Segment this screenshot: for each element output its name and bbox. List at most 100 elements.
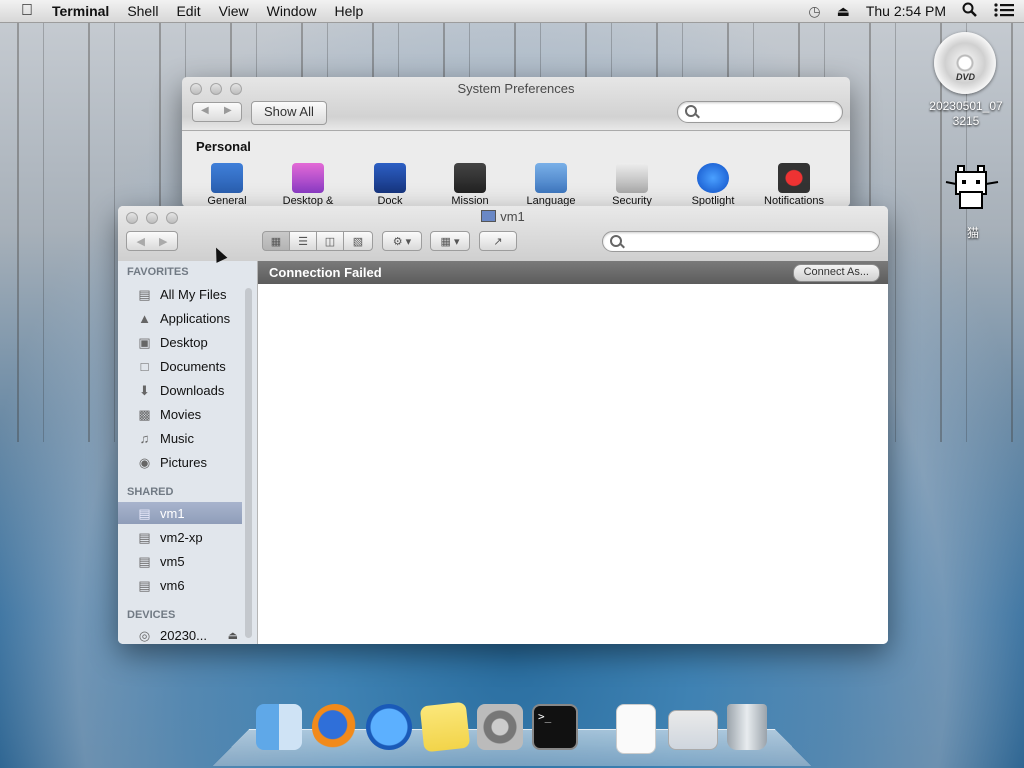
sidebar-item-pictures[interactable]: ◉ Pictures — [118, 451, 242, 473]
computer-icon: ▤ — [136, 506, 153, 521]
sidebar-item-label: Desktop — [160, 335, 208, 350]
window-title-group: vm1 — [118, 209, 888, 224]
terminal-prompt-icon: >_ — [538, 710, 551, 723]
eject-icon[interactable]: ⏏ — [837, 3, 850, 20]
sidebar-item-label: vm1 — [160, 506, 185, 521]
dvd-badge: DVD — [956, 72, 975, 82]
notification-center-icon[interactable] — [994, 2, 1014, 21]
show-all-button[interactable]: Show All — [251, 101, 327, 125]
pref-desktop[interactable]: Desktop & — [268, 163, 348, 207]
sidebar-item-desktop[interactable]: ▣ Desktop — [118, 331, 242, 353]
system-preferences-dock-icon[interactable] — [477, 704, 523, 750]
preview-dock-icon[interactable] — [668, 710, 718, 750]
back-forward-buttons[interactable]: ◀ ▶ — [126, 231, 178, 251]
stickies-dock-icon[interactable] — [420, 702, 471, 753]
menu-app-name[interactable]: Terminal — [52, 3, 109, 19]
back-forward-buttons[interactable]: ◀ ▶ — [192, 102, 242, 122]
pref-mission-control[interactable]: Mission — [430, 163, 510, 207]
terminal-dock-icon[interactable]: >_ — [532, 704, 578, 750]
sidebar-item-applications[interactable]: ▲ Applications — [118, 307, 242, 329]
coverflow-icon: ▧ — [353, 235, 363, 248]
desktop-icon: ▣ — [136, 335, 153, 350]
menu-help[interactable]: Help — [334, 3, 363, 19]
system-preferences-window: System Preferences ◀ ▶ Show All Personal… — [182, 77, 850, 207]
column-view-button[interactable]: ◫ — [316, 231, 344, 251]
pref-general[interactable]: General — [187, 163, 267, 207]
back-arrow-icon[interactable]: ◀ — [201, 105, 209, 116]
forward-arrow-icon[interactable]: ▶ — [159, 235, 167, 248]
list-icon: ☰ — [298, 235, 308, 248]
security-house-icon — [616, 163, 648, 193]
dvd-disc-icon[interactable]: DVD — [934, 32, 996, 94]
firefox-dock-icon[interactable] — [312, 704, 358, 750]
favorites-header: FAVORITES — [127, 266, 189, 278]
finder-window: vm1 ◀ ▶ ▦ ☰ ◫ ▧ ⚙ ▾ ▦ ▾ ↗ FAVORITES ▤ All… — [118, 206, 888, 644]
pref-dock[interactable]: Dock — [350, 163, 430, 207]
spotlight-icon[interactable] — [962, 2, 978, 21]
sysprefs-toolbar: System Preferences ◀ ▶ Show All — [182, 77, 850, 131]
sidebar-item-label: Music — [160, 431, 194, 446]
sidebar-item-vm6[interactable]: ▤ vm6 — [118, 574, 242, 596]
sidebar-item-vm5[interactable]: ▤ vm5 — [118, 550, 242, 572]
arrange-icon: ▦ ▾ — [441, 235, 460, 248]
share-icon: ↗ — [493, 235, 502, 248]
document-dock-icon[interactable] — [616, 704, 656, 754]
all-files-icon: ▤ — [136, 287, 153, 302]
share-button[interactable]: ↗ — [479, 231, 517, 251]
finder-dock-icon[interactable] — [256, 704, 302, 750]
action-button[interactable]: ⚙ ▾ — [382, 231, 422, 251]
sidebar-item-label: Applications — [160, 311, 230, 326]
gear-icon: ⚙ ▾ — [393, 235, 411, 248]
sidebar-item-music[interactable]: ♫ Music — [118, 427, 242, 449]
sidebar-item-vm1[interactable]: ▤ vm1 — [118, 502, 242, 524]
devices-header: DEVICES — [127, 609, 175, 621]
connection-status: Connection Failed — [269, 265, 382, 280]
arrange-button[interactable]: ▦ ▾ — [430, 231, 470, 251]
sidebar-item-movies[interactable]: ▩ Movies — [118, 403, 242, 425]
list-view-button[interactable]: ☰ — [289, 231, 317, 251]
sidebar-item-downloads[interactable]: ⬇ Downloads — [118, 379, 242, 401]
connect-as-button[interactable]: Connect As... — [793, 264, 880, 282]
app-store-dock-icon[interactable] — [366, 704, 412, 750]
sysprefs-search-field[interactable] — [677, 101, 843, 123]
computer-icon: ▤ — [136, 554, 153, 569]
pref-language[interactable]: Language — [511, 163, 591, 207]
desktop-screensaver-icon — [292, 163, 324, 193]
time-machine-icon[interactable]: ◷ — [808, 3, 820, 20]
menu-view[interactable]: View — [219, 3, 249, 19]
sidebar-item-dvd[interactable]: ◎ 20230... ⏏ — [118, 624, 242, 644]
columns-icon: ◫ — [325, 235, 335, 248]
menu-edit[interactable]: Edit — [176, 3, 200, 19]
sidebar-item-label: Pictures — [160, 455, 207, 470]
finder-content: Connection Failed Connect As... — [258, 261, 888, 644]
sidebar-item-documents[interactable]: □ Documents — [118, 355, 242, 377]
apple-menu-icon[interactable]:  — [16, 2, 38, 20]
sidebar-item-label: Movies — [160, 407, 201, 422]
trash-dock-icon[interactable] — [727, 704, 767, 750]
sidebar-scrollbar[interactable] — [245, 288, 252, 638]
search-icon — [685, 105, 697, 117]
eject-icon[interactable]: ⏏ — [228, 629, 238, 642]
pref-spotlight[interactable]: Spotlight — [673, 163, 753, 207]
dvd-label[interactable]: 20230501_07 3215 — [920, 99, 1012, 129]
cat-label[interactable]: 猫 — [958, 224, 988, 241]
sidebar-item-label: Documents — [160, 359, 226, 374]
finder-sidebar: FAVORITES ▤ All My Files ▲ Applications ▣ D… — [118, 261, 258, 644]
coverflow-view-button[interactable]: ▧ — [343, 231, 373, 251]
finder-search-field[interactable] — [602, 231, 880, 252]
computer-icon — [481, 210, 496, 222]
icon-view-button[interactable]: ▦ — [262, 231, 290, 251]
menu-clock[interactable]: Thu 2:54 PM — [866, 3, 946, 19]
pref-security[interactable]: Security — [592, 163, 672, 207]
pref-notifications[interactable]: Notifications — [754, 163, 834, 207]
menu-window[interactable]: Window — [267, 3, 317, 19]
cat-icon[interactable] — [944, 160, 1000, 214]
computer-icon: ▤ — [136, 578, 153, 593]
pictures-camera-icon: ◉ — [136, 455, 153, 470]
sidebar-item-vm2-xp[interactable]: ▤ vm2-xp — [118, 526, 242, 548]
back-arrow-icon[interactable]: ◀ — [137, 235, 145, 248]
menu-shell[interactable]: Shell — [127, 3, 158, 19]
sidebar-item-all-my-files[interactable]: ▤ All My Files — [118, 283, 242, 305]
window-title: System Preferences — [182, 81, 850, 96]
forward-arrow-icon[interactable]: ▶ — [224, 105, 232, 116]
